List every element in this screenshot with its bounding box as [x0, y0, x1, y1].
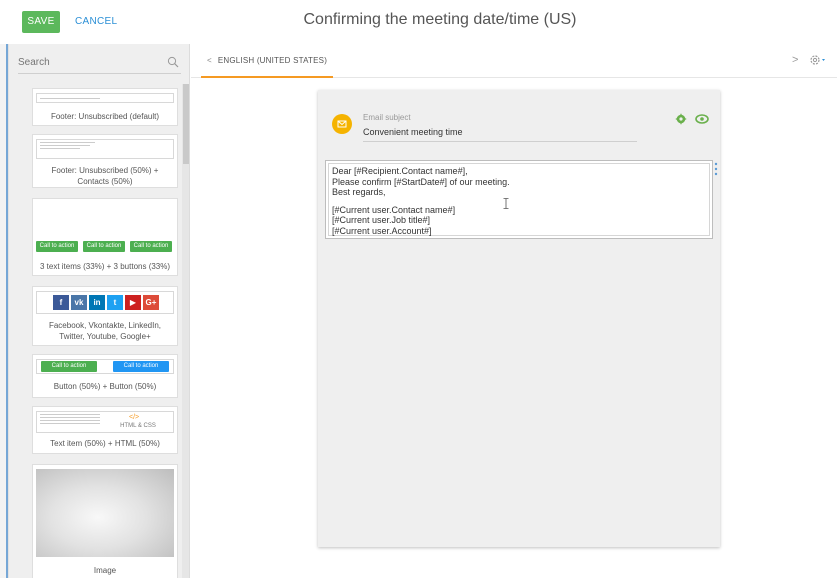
subject-label: Email subject	[363, 113, 411, 122]
cta-button-preview: Call to action	[36, 241, 78, 252]
cta-button-preview: Call to action	[83, 241, 125, 252]
block-preview	[36, 205, 174, 237]
email-canvas: Email subject Convenient meeting time De…	[318, 90, 720, 547]
block-caption-line2: Twitter, Youtube, Google+	[59, 332, 151, 341]
gear-icon[interactable]	[808, 52, 828, 68]
content-blocks-sidebar: Footer: Unsubscribed (default) Footer: U…	[9, 44, 190, 578]
chevron-left-icon[interactable]: <	[207, 56, 212, 65]
google-plus-icon: G+	[143, 295, 159, 310]
scrollbar-thumb[interactable]	[183, 84, 189, 164]
block-image[interactable]: Image	[32, 464, 178, 578]
block-text-html[interactable]: </> HTML & CSS Text item (50%) + HTML (5…	[32, 406, 178, 454]
block-two-buttons[interactable]: Call to action Call to action Button (50…	[32, 354, 178, 398]
email-body-block[interactable]: Dear [#Recipient.Contact name#], Please …	[325, 160, 713, 239]
left-edge-accent	[6, 44, 8, 578]
block-preview: </> HTML & CSS	[36, 411, 174, 433]
envelope-icon	[332, 114, 352, 134]
editor-area: Email subject Convenient meeting time De…	[191, 79, 837, 578]
save-button[interactable]: SAVE	[22, 11, 60, 33]
left-edge-strip	[0, 44, 9, 578]
cta-button-preview: Call to action	[113, 361, 169, 372]
block-preview	[36, 93, 174, 103]
html-label: HTML & CSS	[120, 423, 156, 429]
search-input[interactable]	[18, 53, 158, 68]
block-social-buttons[interactable]: f vk in t ▶ G+ Facebook, Vkontakte, Link…	[32, 286, 178, 346]
cta-button-preview: Call to action	[130, 241, 172, 252]
top-bar: SAVE CANCEL Confirming the meeting date/…	[0, 0, 837, 44]
search-icon[interactable]	[167, 56, 179, 68]
text-cursor-icon	[503, 198, 509, 209]
block-menu-icon[interactable]	[714, 162, 718, 176]
chevron-right-icon[interactable]: >	[792, 54, 798, 66]
gear-icon[interactable]	[675, 113, 687, 125]
block-preview: Call to action Call to action	[36, 359, 174, 374]
block-footer-contacts[interactable]: Footer: Unsubscribed (50%) + Contacts (5…	[32, 134, 178, 188]
body-line: Best regards,	[332, 187, 386, 197]
body-line: Dear [#Recipient.Contact name#],	[332, 166, 468, 176]
page-title: Confirming the meeting date/time (US)	[303, 11, 577, 28]
body-line: Please confirm [#StartDate#] of our meet…	[332, 176, 510, 187]
cta-button-preview: Call to action	[41, 361, 97, 372]
block-caption: Text item (50%) + HTML (50%)	[50, 439, 160, 448]
language-tab-bar: < ENGLISH (UNITED STATES) >	[191, 44, 837, 78]
cancel-button[interactable]: CANCEL	[75, 11, 117, 33]
block-caption: Footer: Unsubscribed (default)	[50, 112, 160, 121]
block-caption-line2: Contacts (50%)	[77, 177, 133, 186]
block-footer-unsubscribed[interactable]: Footer: Unsubscribed (default)	[32, 88, 178, 126]
body-line: [#Current user.Contact name#]	[332, 204, 456, 215]
block-preview	[36, 139, 174, 159]
block-caption: 3 text items (33%) + 3 buttons (33%)	[39, 262, 171, 271]
tab-language-label: ENGLISH (UNITED STATES)	[217, 56, 328, 65]
sidebar-scrollbar[interactable]	[182, 84, 189, 578]
subject-input[interactable]: Convenient meeting time	[363, 127, 637, 142]
eye-icon[interactable]	[695, 114, 709, 124]
search-box	[18, 52, 181, 74]
block-three-text-buttons[interactable]: Call to action Call to action Call to ac…	[32, 198, 178, 276]
html-icon: </>	[129, 414, 140, 421]
block-caption: Image	[93, 566, 117, 575]
body-line: [#Current user.Account#]	[332, 225, 432, 236]
vkontakte-icon: vk	[71, 295, 87, 310]
block-preview: f vk in t ▶ G+	[36, 291, 174, 314]
email-body-editor[interactable]: Dear [#Recipient.Contact name#], Please …	[328, 163, 710, 236]
block-caption: Button (50%) + Button (50%)	[53, 382, 157, 391]
linkedin-icon: in	[89, 295, 105, 310]
tab-language[interactable]: < ENGLISH (UNITED STATES)	[201, 44, 334, 78]
facebook-icon: f	[53, 295, 69, 310]
image-preview	[36, 469, 174, 557]
body-line: [#Current user.Job title#]	[332, 215, 431, 225]
twitter-icon: t	[107, 295, 123, 310]
youtube-icon: ▶	[125, 295, 141, 310]
